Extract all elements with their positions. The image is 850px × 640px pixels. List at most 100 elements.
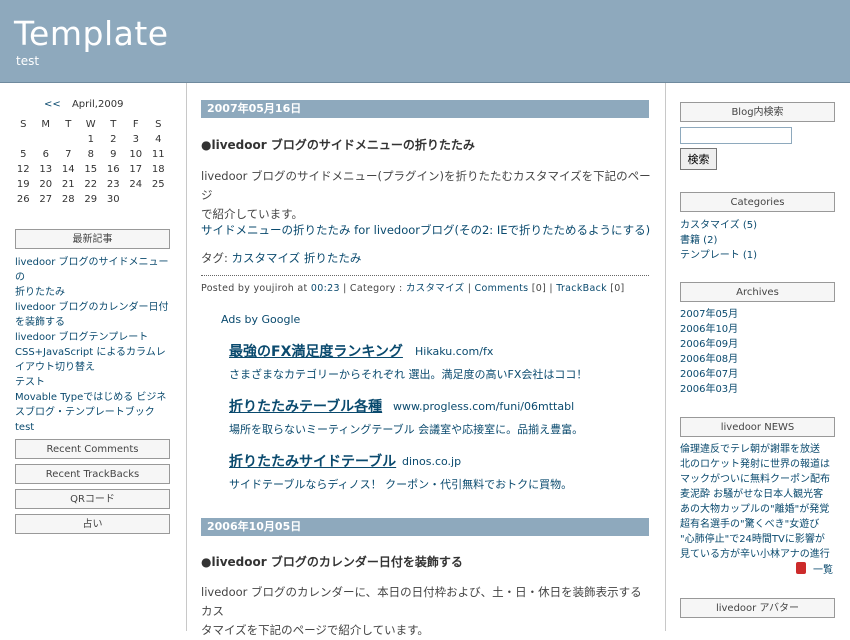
posted-by: Posted by youjiroh at [201, 283, 311, 294]
news-link[interactable]: あの大物カップルの"離婚"が発覚 [680, 502, 846, 517]
calendar-day: 21 [61, 179, 75, 190]
archive-link[interactable]: 2006年08月 [680, 352, 738, 367]
entry-date: 2007年05月16日 [201, 100, 649, 118]
recent-entries-title: 最新記事 [15, 229, 170, 249]
recent-entry-link[interactable]: test [15, 420, 175, 435]
calendar-day: 20 [39, 179, 53, 190]
recent-trackbacks-box[interactable]: Recent TrackBacks [15, 464, 170, 484]
calendar: S M T W T F S 1 2 3 4 5 6 7 8 9 10 11 12 [12, 117, 170, 207]
calendar-day: 4 [155, 134, 162, 145]
livedoor-news-title: livedoor NEWS [680, 417, 835, 437]
recent-entry-link[interactable]: スブログ・テンプレートブック [15, 405, 175, 420]
calendar-day: 30 [106, 194, 120, 205]
calendar-day: 18 [151, 164, 165, 175]
calendar-day: 13 [39, 164, 53, 175]
tag-link[interactable]: カスタマイズ [232, 251, 301, 265]
ad-description: サイドテーブルならディノス！ クーポン・代引無料でおトクに買物。 [229, 478, 573, 491]
calendar-day: 8 [87, 149, 94, 160]
entry-tags: タグ: カスタマイズ 折りたたみ [201, 250, 361, 266]
archives-list: 2007年05月 2006年10月 2006年09月 2006年08月 2006… [680, 307, 738, 397]
calendar-day: 28 [61, 194, 75, 205]
calendar-month: April,2009 [71, 99, 124, 110]
calendar-prev-link[interactable]: << [44, 99, 61, 110]
entry-body-line: livedoor ブログのサイドメニュー(プラグイン)を折りたたむカスタマイズを… [201, 169, 651, 202]
ad-url[interactable]: dinos.co.jp [402, 455, 461, 468]
ad-title[interactable]: 折りたたみサイドテーブル [229, 451, 396, 471]
weekday: S [155, 119, 162, 130]
entry-title[interactable]: ●livedoor ブログのサイドメニューの折りたたみ [201, 136, 475, 153]
recent-entry-link[interactable]: CSS+JavaScript によるカラムレ [15, 345, 175, 360]
news-more-link[interactable]: 一覧 [813, 563, 833, 578]
ad-title[interactable]: 折りたたみテーブル各種 [229, 396, 382, 416]
calendar-day: 1 [87, 134, 94, 145]
calendar-day: 29 [84, 194, 98, 205]
recent-entry-link[interactable]: 折りたたみ [15, 285, 175, 300]
entry-title[interactable]: ●livedoor ブログのカレンダー日付を装飾する [201, 553, 463, 570]
archive-link[interactable]: 2007年05月 [680, 307, 738, 322]
calendar-day: 6 [42, 149, 49, 160]
ads-by-google-link[interactable]: Ads by Google [221, 313, 300, 326]
site-subtitle: test [16, 54, 40, 68]
main-content: 2007年05月16日 ●livedoor ブログのサイドメニューの折りたたみ … [187, 83, 666, 637]
news-link[interactable]: 倫理違反でテレ朝が謝罪を放送 [680, 442, 846, 457]
fortune-box[interactable]: 占い [15, 514, 170, 534]
category-link[interactable]: 書籍 (2) [680, 233, 757, 248]
calendar-day: 11 [151, 149, 165, 160]
news-link[interactable]: マックがついに無料クーポン配布 [680, 472, 846, 487]
entry-link[interactable]: サイドメニューの折りたたみ for livedoorブログ(その2: IEで折り… [201, 222, 650, 238]
recent-entry-link[interactable]: Movable Typeではじめる ビジネ [15, 390, 175, 405]
weekday: S [20, 119, 27, 130]
archive-link[interactable]: 2006年07月 [680, 367, 738, 382]
archive-link[interactable]: 2006年10月 [680, 322, 738, 337]
calendar-day: 17 [129, 164, 143, 175]
calendar-day: 7 [65, 149, 72, 160]
category-link[interactable]: カスタマイズ (5) [680, 218, 757, 233]
recent-entries-list: livedoor ブログのサイドメニューの 折りたたみ livedoor ブログ… [15, 255, 175, 435]
news-icon [796, 562, 806, 574]
calendar-day: 19 [16, 179, 30, 190]
search-input[interactable] [680, 127, 792, 144]
calendar-day: 3 [132, 134, 139, 145]
recent-entry-link[interactable]: イアウト切り替え [15, 360, 175, 375]
news-link[interactable]: 超有名選手の"驚くべき"女遊び [680, 517, 846, 532]
recent-entry-link[interactable]: を装飾する [15, 315, 175, 330]
calendar-day [57, 132, 80, 147]
calendar-day: 5 [20, 149, 27, 160]
recent-entry-link[interactable]: テスト [15, 375, 175, 390]
calendar-day: 23 [106, 179, 120, 190]
weekday: T [110, 119, 117, 130]
entry-body-line: livedoor ブログのカレンダーに、本日の日付枠および、土・日・休日を装飾表… [201, 585, 642, 618]
calendar-day: 16 [106, 164, 120, 175]
calendar-day [125, 192, 148, 207]
news-link[interactable]: 北のロケット発射に世界の報道は [680, 457, 846, 472]
tag-link[interactable]: 折りたたみ [304, 251, 362, 265]
category-link[interactable]: カスタマイズ [406, 283, 465, 294]
recent-entry-link[interactable]: livedoor ブログのカレンダー日付 [15, 300, 175, 315]
calendar-day: 26 [16, 194, 30, 205]
qr-code-box[interactable]: QRコード [15, 489, 170, 509]
calendar-day: 24 [129, 179, 143, 190]
news-list: 倫理違反でテレ朝が謝罪を放送 北のロケット発射に世界の報道は マックがついに無料… [680, 442, 846, 562]
recent-entry-link[interactable]: livedoor ブログのサイドメニューの [15, 255, 175, 285]
comments-link[interactable]: Comments [475, 283, 529, 294]
site-title[interactable]: Template [14, 14, 169, 53]
trackback-link[interactable]: TrackBack [556, 283, 607, 294]
permalink[interactable]: 00:23 [311, 283, 340, 294]
ad-url[interactable]: www.progless.com/funi/06mttabl [393, 400, 574, 413]
entry-body: livedoor ブログのカレンダーに、本日の日付枠および、土・日・休日を装飾表… [201, 583, 651, 640]
news-link[interactable]: "心肺停止"で24時間TVに影響が [680, 532, 846, 547]
category-link[interactable]: テンプレート (1) [680, 248, 757, 263]
news-link[interactable]: 見ている方が辛い小林アナの進行 [680, 547, 846, 562]
calendar-day: 27 [39, 194, 53, 205]
weekday: M [41, 119, 51, 130]
calendar-header: << April,2009 [44, 99, 123, 110]
ad-title[interactable]: 最強のFX満足度ランキング [229, 341, 403, 361]
recent-comments-box[interactable]: Recent Comments [15, 439, 170, 459]
news-link[interactable]: 麦泥酔 お騒がせな日本人観光客 [680, 487, 846, 502]
archive-link[interactable]: 2006年09月 [680, 337, 738, 352]
archive-link[interactable]: 2006年03月 [680, 382, 738, 397]
ad-url[interactable]: Hikaku.com/fx [415, 345, 493, 358]
search-button[interactable]: 検索 [680, 148, 717, 170]
ad-description: 場所を取らないミーティングテーブル 会議室や応接室に。品揃え豊富。 [229, 423, 584, 436]
recent-entry-link[interactable]: livedoor ブログテンプレート [15, 330, 175, 345]
